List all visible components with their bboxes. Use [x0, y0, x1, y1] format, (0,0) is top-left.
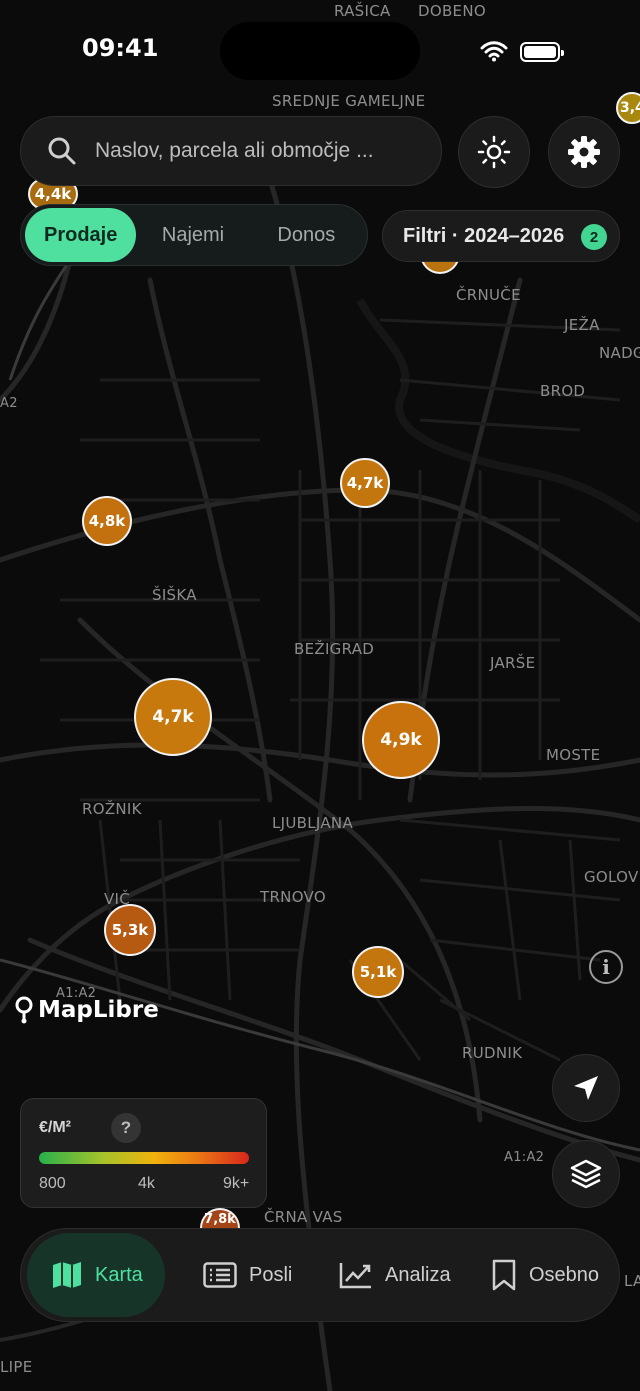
maplibre-logo[interactable]: MapLibre — [14, 996, 159, 1024]
place-label: LIPE — [0, 1358, 33, 1376]
place-label: ČRNUČE — [456, 286, 521, 304]
place-label: LJUBLJANA — [272, 814, 354, 832]
filters-count-badge: 2 — [581, 224, 607, 250]
theme-toggle-button[interactable] — [458, 116, 530, 188]
place-label: GOLOV — [584, 868, 639, 886]
map-pin-icon — [15, 996, 33, 1024]
tab-label: Analiza — [385, 1263, 451, 1286]
tab-posli[interactable]: Posli — [203, 1233, 292, 1317]
place-label: BEŽIGRAD — [294, 640, 375, 658]
place-label: JEŽA — [564, 316, 600, 334]
place-label: MOSTE — [546, 746, 601, 764]
status-time: 09:41 — [82, 34, 159, 62]
price-cluster[interactable]: 5,1k — [352, 946, 404, 998]
bottom-tab-bar: Karta Posli Analiza Osebno — [20, 1228, 620, 1322]
info-button[interactable]: i — [589, 950, 623, 984]
locate-me-button[interactable] — [552, 1054, 620, 1122]
place-label: RUDNIK — [462, 1044, 523, 1062]
place-label: ROŽNIK — [82, 800, 142, 818]
place-label: DOBENO — [418, 2, 486, 20]
tab-label: Karta — [95, 1263, 143, 1286]
price-cluster[interactable]: 3,4 — [616, 92, 640, 124]
maplibre-text: MapLibre — [38, 997, 159, 1023]
legend-tick-min: 800 — [39, 1175, 66, 1192]
place-label: RAŠICA — [334, 2, 391, 20]
legend-tick-mid: 4k — [138, 1175, 155, 1192]
place-label: LA — [624, 1272, 640, 1290]
map-icon — [53, 1262, 81, 1288]
price-cluster[interactable]: 4,9k — [362, 701, 440, 779]
tab-karta[interactable]: Karta — [27, 1233, 165, 1317]
tab-label: Posli — [249, 1263, 293, 1286]
wifi-icon — [480, 41, 508, 62]
filters-button[interactable]: Filtri · 2024–2026 2 — [382, 210, 620, 262]
place-label: TRNOVO — [260, 888, 326, 906]
price-cluster[interactable]: 4,8k — [82, 496, 132, 546]
road-label: A2 — [0, 396, 18, 411]
segment-donos[interactable]: Donos — [250, 208, 363, 262]
place-label: ČRNA VAS — [264, 1208, 343, 1226]
price-cluster[interactable]: 7,8k — [200, 1208, 240, 1230]
bookmark-icon — [492, 1259, 516, 1291]
tab-analiza[interactable]: Analiza — [339, 1233, 451, 1317]
search-placeholder: Naslov, parcela ali območje ... — [95, 139, 374, 162]
layers-icon — [570, 1159, 602, 1189]
gear-icon — [568, 136, 600, 168]
info-icon: i — [602, 955, 610, 979]
search-bar[interactable]: Naslov, parcela ali območje ... — [20, 116, 442, 186]
legend-gradient-bar — [39, 1152, 249, 1164]
deal-type-segmented: Prodaje Najemi Donos — [20, 204, 368, 266]
settings-button[interactable] — [548, 116, 620, 188]
location-arrow-icon — [574, 1076, 598, 1100]
place-label: ŠIŠKA — [152, 586, 197, 604]
search-icon — [48, 137, 76, 165]
filters-label: Filtri · 2024–2026 — [403, 224, 565, 247]
chart-icon — [339, 1263, 371, 1289]
tab-osebno[interactable]: Osebno — [491, 1233, 599, 1317]
layers-button[interactable] — [552, 1140, 620, 1208]
place-label: SREDNJE GAMELJNE — [272, 92, 426, 110]
price-cluster[interactable]: 5,3k — [104, 904, 156, 956]
legend-title: €/M² — [39, 1119, 71, 1136]
segment-najemi[interactable]: Najemi — [136, 208, 249, 262]
road-label: A1:A2 — [504, 1150, 545, 1165]
list-icon — [203, 1262, 237, 1288]
place-label: BROD — [540, 382, 586, 400]
legend-help-button[interactable]: ? — [111, 1113, 141, 1143]
price-legend: €/M² ? 800 4k 9k+ — [20, 1098, 267, 1208]
tab-label: Osebno — [529, 1263, 600, 1286]
battery-icon — [520, 42, 564, 62]
price-cluster[interactable]: 4,7k — [134, 678, 212, 756]
place-label: NADG — [599, 344, 640, 362]
sun-icon — [477, 135, 511, 169]
dynamic-island — [220, 22, 420, 80]
segment-prodaje[interactable]: Prodaje — [25, 208, 137, 262]
place-label: JARŠE — [490, 654, 536, 672]
price-cluster[interactable]: 4,7k — [340, 458, 390, 508]
legend-tick-max: 9k+ — [223, 1175, 250, 1192]
